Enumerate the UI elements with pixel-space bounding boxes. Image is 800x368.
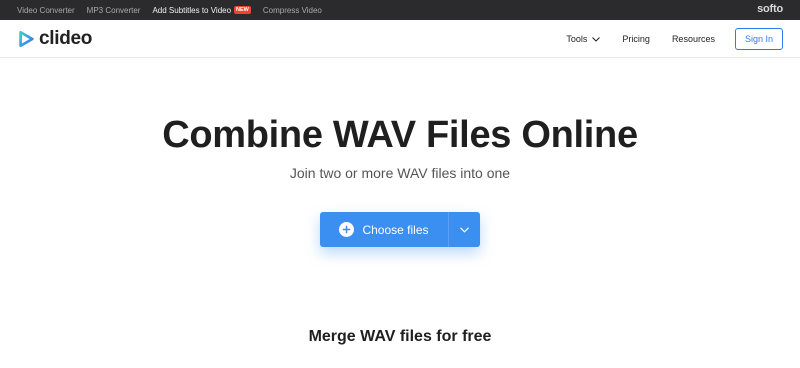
topbar-link-label: MP3 Converter (86, 5, 141, 15)
logo-text: clideo (39, 27, 93, 49)
topbar-link-label: Video Converter (17, 5, 75, 15)
nav-tools-label: Tools (566, 34, 588, 44)
clideo-logo[interactable]: clideo (17, 28, 92, 50)
top-bar: Video Converter MP3 Converter Add Subtit… (0, 0, 800, 20)
section-heading: Merge WAV files for free (308, 328, 492, 345)
topbar-link-compress-video[interactable]: Compress Video (263, 6, 322, 15)
topbar-link-label: Compress Video (262, 5, 322, 15)
main-nav: Tools Pricing Resources Sign In (566, 20, 783, 58)
page-title: Combine WAV Files Online (162, 114, 638, 156)
topbar-link-video-converter[interactable]: Video Converter (17, 6, 75, 15)
sign-in-button[interactable]: Sign In (734, 28, 783, 50)
new-badge: NEW (234, 6, 251, 14)
softo-logo[interactable]: softo (757, 3, 783, 15)
choose-source-dropdown[interactable] (448, 212, 480, 247)
chevron-down-icon (592, 36, 601, 42)
play-logo-icon (19, 30, 34, 47)
choose-files-label: Choose files (362, 222, 429, 237)
nav-tools[interactable]: Tools (566, 34, 601, 44)
plus-circle-icon (339, 222, 355, 237)
site-header: clideo Tools Pricing Resources Sign In (0, 20, 800, 58)
topbar-link-label: Add Subtitles to Video (152, 5, 232, 15)
nav-pricing[interactable]: Pricing (622, 34, 650, 44)
choose-files-control: Choose files (320, 212, 480, 247)
choose-files-button[interactable]: Choose files (320, 212, 448, 247)
nav-resources[interactable]: Resources (672, 34, 715, 44)
topbar-link-add-subtitles[interactable]: Add Subtitles to Video NEW (152, 5, 251, 15)
page-subtitle: Join two or more WAV files into one (289, 165, 511, 181)
topbar-link-mp3-converter[interactable]: MP3 Converter (87, 6, 141, 15)
chevron-down-icon (460, 226, 469, 233)
